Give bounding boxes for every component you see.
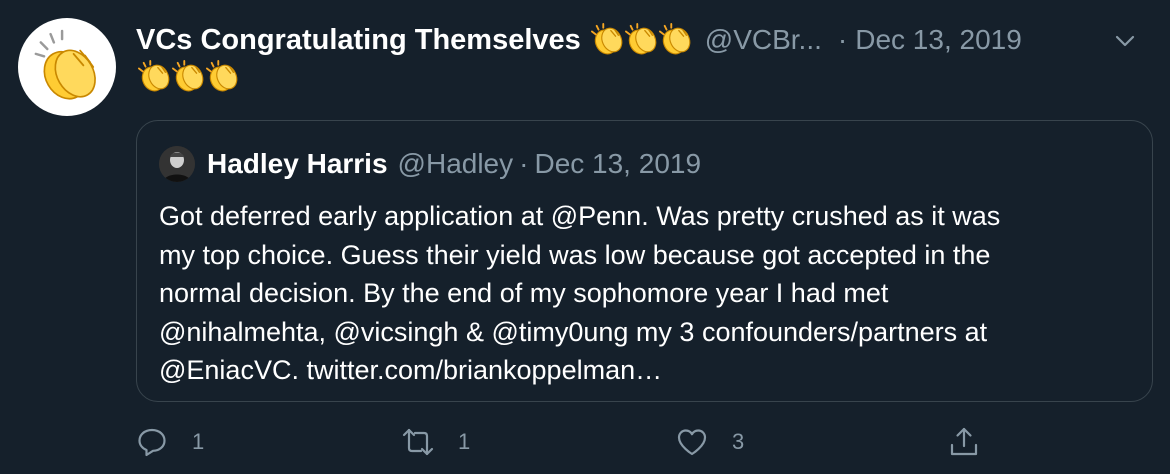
retweet-icon — [402, 428, 434, 456]
tweet-text-emoji — [136, 60, 238, 94]
quoted-text-line: my top choice. Guess their yield was low… — [159, 239, 991, 270]
tweet-header: VCs Congratulating Themselves @VCBr... ·… — [136, 20, 1150, 60]
retweet-count: 1 — [458, 429, 471, 454]
clapping-hands-icon — [589, 23, 627, 57]
like-button[interactable]: 3 — [676, 420, 744, 464]
quoted-tweet[interactable]: Hadley Harris @Hadley · Dec 13, 2019 Got… — [136, 120, 1153, 402]
quoted-handle[interactable]: @Hadley — [398, 148, 514, 180]
clapping-hands-icon — [623, 23, 661, 57]
clapping-hands-icon — [136, 60, 174, 94]
quoted-separator-dot: · — [519, 148, 529, 179]
more-options-button[interactable] — [1110, 26, 1140, 56]
heart-icon — [677, 429, 707, 456]
share-button[interactable] — [948, 420, 980, 464]
reply-button[interactable]: 1 — [136, 420, 204, 464]
quoted-tweet-header: Hadley Harris @Hadley · Dec 13, 2019 — [159, 143, 701, 185]
avatar[interactable] — [18, 18, 116, 116]
quoted-text-line: @nihalmehta, @vicsingh & @timy0ung my 3 … — [159, 316, 988, 347]
quoted-date[interactable]: Dec 13, 2019 — [534, 148, 701, 180]
quoted-display-name[interactable]: Hadley Harris — [207, 148, 388, 180]
reply-count: 1 — [192, 429, 205, 454]
retweet-button[interactable]: 1 — [402, 420, 470, 464]
display-name[interactable]: VCs Congratulating Themselves — [136, 24, 581, 57]
chevron-down-icon — [1115, 35, 1135, 47]
clapping-hands-avatar-icon — [34, 29, 96, 100]
quoted-avatar[interactable] — [159, 146, 195, 182]
separator-dot: · — [837, 24, 848, 55]
quoted-text-line: @EniacVC. twitter.com/briankoppelman… — [159, 355, 663, 385]
quoted-text-line: Got deferred early application at @Penn.… — [159, 201, 1001, 231]
person-photo-icon — [159, 146, 195, 182]
clapping-hands-icon — [170, 60, 208, 94]
share-icon — [950, 427, 978, 456]
clapping-hands-icon — [657, 23, 695, 57]
tweet-date[interactable]: Dec 13, 2019 — [855, 24, 1022, 56]
handle[interactable]: @VCBr... — [705, 24, 822, 56]
name-emoji-group — [589, 23, 691, 57]
quoted-text-line: normal decision. By the end of my sophom… — [159, 278, 889, 308]
like-count: 3 — [732, 429, 745, 454]
clapping-hands-icon — [204, 60, 242, 94]
quoted-tweet-text: Got deferred early application at @Penn.… — [159, 197, 1134, 390]
reply-icon — [138, 428, 166, 457]
action-bar: 1 1 3 — [136, 420, 1136, 464]
tweet[interactable]: VCs Congratulating Themselves @VCBr... ·… — [0, 0, 1170, 474]
